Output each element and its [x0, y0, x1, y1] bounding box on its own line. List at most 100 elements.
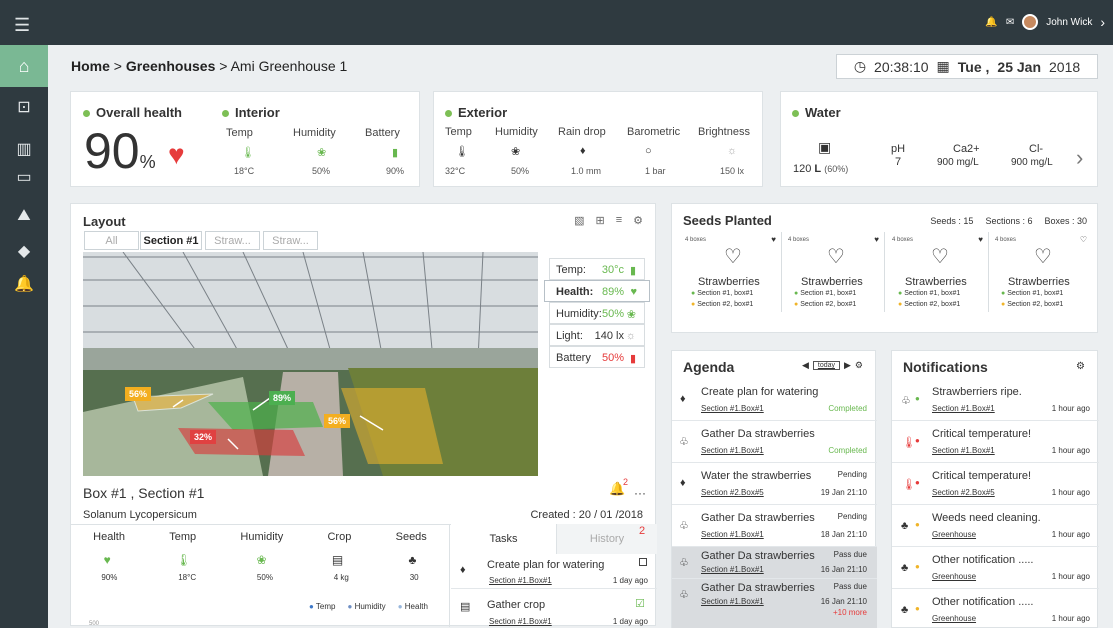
tag-icon[interactable]: ◆ [0, 241, 48, 261]
notification-item[interactable]: ♣ ● Weeds need cleaning. Greenhouse 1 hour a… [892, 505, 1099, 547]
task-item[interactable]: ▤ Gather crop Section #1.Box#1 ☑ 1 day a… [451, 589, 657, 626]
agenda-item[interactable]: ♧ Gather Da strawberries Pending Section #1… [672, 505, 877, 547]
strawberry-icon: ♡ [931, 246, 949, 268]
boxes-count: Boxes : 30 [1044, 216, 1087, 226]
notification-item[interactable]: ♧ ● Strawberriers ripe. Section #1.Box#1 1 h… [892, 379, 1099, 421]
box-title: Box #1 , Section #1 [83, 485, 205, 501]
greenhouse-photo[interactable] [83, 252, 538, 476]
breadcrumb-greenhouses[interactable]: Greenhouses [126, 58, 215, 74]
thermometer-icon: ▮ [629, 265, 636, 277]
seed-item[interactable]: 4 boxes ♥ ♡ Strawberries ● Section #1, b… [786, 232, 885, 312]
sensor-row[interactable]: Battery 50% ▮ [549, 346, 645, 368]
thermometer-icon: 🌡 [902, 437, 916, 449]
zone-health-tag[interactable]: 32% [190, 430, 217, 444]
chart-icon[interactable]: ⛰ [0, 207, 48, 225]
top-bar: ☰ 🔔 ✉ John Wick › [0, 0, 1113, 45]
zone-health-tag[interactable]: 56% [125, 387, 152, 401]
stat-label: Crop [327, 531, 352, 543]
settings-gear-icon[interactable]: ⚙ [633, 214, 643, 227]
agenda-item[interactable]: ♦ Create plan for watering Section #1.Box#… [672, 379, 877, 421]
task-item[interactable]: ♦ Create plan for watering Section #1.Bo… [451, 554, 657, 589]
zone-health-tag[interactable]: 89% [269, 391, 296, 405]
agenda-item[interactable]: ♦ Water the strawberries Pending Section #2… [672, 463, 877, 505]
exterior-rain-label: Rain drop [558, 126, 606, 138]
plant-icon: ♧ [679, 436, 689, 448]
sensor-row[interactable]: Humidity: 50% ❀ [549, 302, 645, 324]
zone-health-tag[interactable]: 56% [324, 414, 351, 428]
plant-icon: ♧ [679, 557, 689, 569]
seed-item[interactable]: 4 boxes ♥ ♡ Strawberries ● Section #1, b… [683, 232, 782, 312]
seeds-card: Seeds Planted Seeds : 15 Sections : 6 Bo… [671, 203, 1098, 333]
settings-gear-icon[interactable]: ⚙ [855, 360, 863, 371]
dashboard-icon[interactable]: ⊡ [0, 97, 48, 117]
exterior-brightness-value: 150 lx [720, 166, 745, 176]
stat-value: 18°C [178, 573, 197, 582]
sun-icon: ☼ [727, 145, 738, 157]
calendar-icon[interactable]: ▭ [0, 167, 48, 187]
crop-box-icon: ▤ [460, 601, 471, 613]
menu-icon[interactable]: ☰ [14, 15, 30, 36]
notification-item[interactable]: 🌡 ● Critical temperature! Section #1.Box#1 1… [892, 421, 1099, 463]
agenda-item[interactable]: ♧ Gather Da strawberries Pass due Section #… [672, 579, 877, 628]
species-label: Solanum Lycopersicum [83, 509, 197, 521]
chevron-right-icon[interactable]: › [1076, 145, 1083, 171]
tab-all[interactable]: All [84, 231, 139, 250]
clock-year: 2018 [1049, 58, 1081, 75]
agenda-item[interactable]: ♧ Gather Da strawberries Section #1.Box#1 C… [672, 421, 877, 463]
exterior-brightness-label: Brightness [698, 126, 750, 138]
avatar[interactable] [1022, 14, 1039, 30]
notification-item[interactable]: ♣ ● Other notification ..... Greenhouse 1 ho… [892, 589, 1099, 628]
humidity-icon: ❀ [256, 553, 267, 567]
mail-icon[interactable]: ✉ [1006, 17, 1014, 28]
tab-section-1[interactable]: Section #1 [140, 231, 202, 250]
sensor-panel: Temp: 30°c ▮ Health: 89% ♥ Humidity: 50% ❀ Lig… [544, 258, 650, 375]
greenhouse-icon[interactable]: ▥ [0, 139, 48, 159]
image-view-icon[interactable]: ▧ [574, 214, 584, 227]
tab-tasks[interactable]: Tasks [451, 524, 557, 554]
grid-view-icon[interactable]: ⊞ [595, 214, 604, 227]
interior-temp-value: 18°C [234, 166, 255, 176]
battery-icon: ▮ [392, 147, 399, 159]
water-card: Water ▣ 120 L (60%) pH 7 Ca2+ 900 mg/L C… [780, 91, 1098, 187]
tab-straw[interactable]: Straw... [205, 231, 260, 250]
sensor-row[interactable]: Light: 140 lx ☼ [549, 324, 645, 346]
exterior-barometric-label: Barometric [627, 126, 681, 138]
crop-box-icon: ▤ [331, 553, 344, 567]
exterior-temp-label: Temp [445, 126, 472, 138]
seed-item[interactable]: 4 boxes ♥ ♡ Strawberries ● Section #1, b… [890, 232, 989, 312]
ca-value: 900 mg/L [937, 157, 979, 168]
home-icon[interactable]: ⌂ [0, 45, 48, 87]
cl-value: 900 mg/L [1011, 157, 1053, 168]
interior-card: Overall health 90% ♥ Interior Temp Humid… [70, 91, 420, 187]
sensor-row[interactable]: Temp: 30°c ▮ [549, 258, 645, 280]
user-name[interactable]: John Wick [1046, 17, 1092, 28]
more-menu-icon[interactable]: ··· [634, 486, 646, 500]
breadcrumb-home[interactable]: Home [71, 58, 110, 74]
created-date: Created : 20 / 01 /2018 [530, 509, 643, 521]
sun-icon: ☼ [625, 330, 636, 342]
chevron-right-icon[interactable]: › [1100, 14, 1105, 30]
bell-icon[interactable]: 🔔 [0, 274, 48, 294]
list-view-icon[interactable]: ≡ [616, 214, 622, 227]
bell-icon[interactable]: 🔔 [985, 17, 997, 28]
weed-icon: ♣ [901, 604, 909, 616]
plant-icon: ♧ [901, 395, 911, 407]
tab-straw[interactable]: Straw... [263, 231, 318, 250]
chevron-left-icon[interactable]: ◀ [802, 360, 809, 371]
notification-item[interactable]: ♣ ● Other notification ..... Greenhouse 1 ho… [892, 547, 1099, 589]
chevron-right-icon[interactable]: ▶ [844, 360, 851, 371]
notification-item[interactable]: 🌡 ● Critical temperature! Section #2.Box#5 1… [892, 463, 1099, 505]
strawberry-icon: ♡ [1034, 246, 1052, 268]
settings-gear-icon[interactable]: ⚙ [1076, 361, 1085, 372]
task-checkbox[interactable] [639, 558, 647, 566]
checkbox-checked-icon[interactable]: ☑ [635, 597, 645, 610]
more-agenda-link[interactable]: +10 more [833, 608, 867, 617]
seed-item[interactable]: 4 boxes ♡ ♡ Strawberries ● Section #1, b… [993, 232, 1092, 312]
strawberry-icon: ♡ [827, 246, 845, 268]
heart-icon: ♥ [103, 553, 111, 567]
sensor-row[interactable]: Health: 89% ♥ [544, 280, 650, 302]
today-button[interactable]: today [812, 361, 840, 370]
agenda-item[interactable]: ♧ Gather Da strawberries Pass due Section #… [672, 547, 877, 579]
overall-health-title: Overall health [83, 105, 182, 120]
rain-drop-icon: ♦ [580, 145, 586, 157]
